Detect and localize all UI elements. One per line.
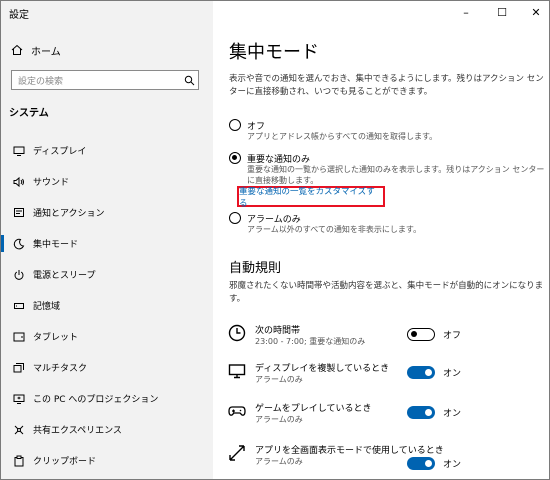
radio-button[interactable] [229,119,241,131]
sidebar-item-shared-experiences[interactable]: 共有エクスペリエンス [1,414,213,445]
sidebar-item-power[interactable]: 電源とスリープ [1,259,213,290]
rule-name: ゲームをプレイしているとき [255,404,372,414]
sidebar-item-clipboard[interactable]: クリップボード [1,445,213,476]
projection-icon [11,391,27,407]
radio-button[interactable] [229,212,241,224]
toggle-state-label: オン [443,409,462,419]
sidebar-item-multitasking[interactable]: マルチタスク [1,352,213,383]
multitask-icon [11,360,27,376]
rule-playing-game[interactable]: ゲームをプレイしているとき アラームのみ オン [227,401,547,431]
rule-description: アラームのみ [255,457,303,466]
sidebar-item-notifications[interactable]: 通知とアクション [1,197,213,228]
rule-toggle[interactable] [407,366,435,379]
main-content: – ☐ ✕ 集中モード 表示や音での通知を選んでおき、集中できるようにします。残… [213,1,549,479]
sidebar-item-tablet[interactable]: タブレット [1,321,213,352]
rule-description: アラームのみ [255,415,303,424]
search-placeholder: 設定の検索 [18,76,64,87]
sidebar-item-label: 記憶域 [33,302,61,312]
sidebar-item-label: サウンド [33,178,70,188]
rule-toggle[interactable] [407,457,435,470]
sidebar-item-label: 電源とスリープ [33,271,96,281]
rule-name: ディスプレイを複製しているとき [255,364,390,374]
gamepad-icon [227,401,247,421]
settings-window: 設定 ホーム 設定の検索 システム ディスプレイ サウンド 通知とアクション 集… [0,0,550,480]
sidebar-item-label: クリップボード [33,457,97,467]
customize-priority-list-link[interactable]: 重要な通知の一覧をカスタマイズする [237,185,385,209]
clipboard-icon [11,453,27,469]
sidebar-item-projection[interactable]: この PC へのプロジェクション [1,383,213,414]
speaker-icon [11,174,27,190]
page-description: 表示や音での通知を選んでおき、集中できるようにします。残りはアクション センター… [229,74,544,97]
maximize-button[interactable]: ☐ [485,1,519,23]
link-text[interactable]: 重要な通知の一覧をカスタマイズする [239,185,383,209]
sidebar-item-home[interactable]: ホーム [9,41,61,59]
notification-icon [11,205,27,221]
storage-icon [11,298,27,314]
sidebar-item-sound[interactable]: サウンド [1,166,213,197]
sidebar-item-focus-assist[interactable]: 集中モード [1,228,213,259]
sidebar: 設定 ホーム 設定の検索 システム ディスプレイ サウンド 通知とアクション 集… [1,1,213,479]
rule-name: アプリを全画面表示モードで使用しているとき [255,446,444,456]
radio-description: アプリとアドレス帳からすべての通知を取得します。 [247,132,438,141]
clock-icon [227,323,247,343]
sidebar-item-display[interactable]: ディスプレイ [1,135,213,166]
close-button[interactable]: ✕ [519,1,549,23]
radio-description: アラーム以外のすべての通知を非表示にします。 [247,225,422,234]
sidebar-nav: ディスプレイ サウンド 通知とアクション 集中モード 電源とスリープ 記憶域 タ… [1,135,213,476]
sidebar-item-label: この PC へのプロジェクション [33,395,159,405]
sidebar-item-label: 通知とアクション [33,209,105,219]
toggle-state-label: オン [443,369,462,379]
fullscreen-icon [227,443,247,463]
rule-toggle[interactable] [407,328,435,341]
tablet-icon [11,329,27,345]
rule-duplicating-display[interactable]: ディスプレイを複製しているとき アラームのみ オン [227,361,547,391]
share-icon [11,422,27,438]
sidebar-item-label: 集中モード [33,240,79,250]
toggle-state-label: オフ [443,331,462,341]
rule-name: 次の時間帯 [255,326,301,336]
toggle-state-label: オン [443,460,462,470]
sidebar-item-storage[interactable]: 記憶域 [1,290,213,321]
power-icon [11,267,27,283]
rule-during-these-times[interactable]: 次の時間帯 23:00 - 7:00; 重要な通知のみ オフ [227,323,547,353]
sidebar-item-label: ホーム [31,46,61,58]
sidebar-item-label: マルチタスク [33,364,88,374]
automatic-rules-title: 自動規則 [229,261,282,276]
search-input[interactable]: 設定の検索 [11,70,199,90]
section-title: システム [9,108,49,119]
sidebar-item-label: タブレット [33,333,79,343]
rule-description: 23:00 - 7:00; 重要な通知のみ [255,337,366,346]
sidebar-item-label: ディスプレイ [33,147,87,157]
rule-fullscreen-app[interactable]: アプリを全画面表示モードで使用しているとき アラームのみ オン [227,443,547,473]
monitor-icon [227,361,247,381]
search-icon[interactable] [180,75,198,86]
rule-description: アラームのみ [255,375,303,384]
minimize-button[interactable]: – [449,1,483,23]
radio-description: 重要な通知の一覧から選択した通知のみを表示します。残りはアクション センターに直… [247,165,545,185]
page-title: 集中モード [229,42,319,63]
rule-toggle[interactable] [407,406,435,419]
monitor-icon [11,143,27,159]
window-title: 設定 [9,10,29,21]
sidebar-item-label: 共有エクスペリエンス [33,426,122,436]
moon-icon [11,236,27,252]
radio-button[interactable] [229,152,241,164]
home-icon [9,42,25,58]
automatic-rules-description: 邪魔されたくない時間帯や活動内容を選ぶと、集中モードが自動的にオンになります。 [229,281,544,304]
